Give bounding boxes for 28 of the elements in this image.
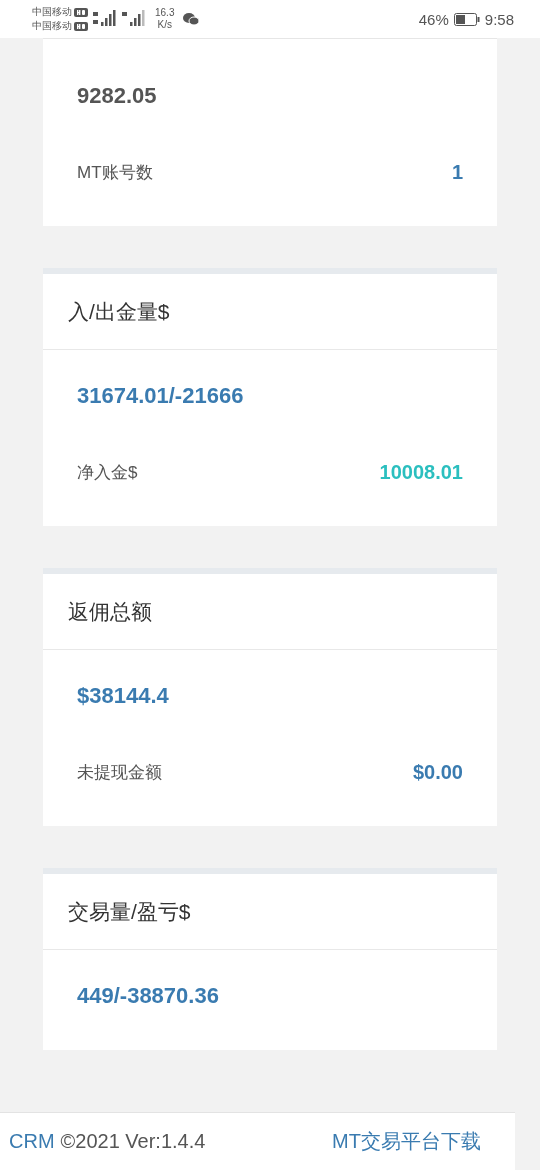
brand-name: CRM (9, 1130, 55, 1153)
clock: 9:58 (484, 10, 514, 28)
card-title: 交易量/盈亏$ (68, 898, 191, 925)
carrier-name: 中国移动 (32, 19, 72, 33)
stat-label: 未提现金额 (77, 761, 162, 784)
stat-label: 净入金$ (77, 461, 138, 484)
card-title: 返佣总额 (68, 598, 152, 625)
net-speed: 16.3 (155, 7, 175, 19)
stat-label: MT账号数 (77, 161, 153, 184)
net-speed-unit: K/s (157, 19, 172, 31)
stat-value: 31674.01/-21666 (77, 382, 245, 410)
battery-icon (453, 12, 480, 26)
carrier-name: 中国移动 (32, 5, 72, 19)
hd-icon (74, 7, 88, 17)
card-title: 入/出金量$ (68, 298, 170, 325)
download-link[interactable]: MT交易平台下载 (332, 1128, 481, 1155)
stat-value: 1 (451, 160, 463, 184)
version-text: ©2021 Ver:1.4.4 (60, 1130, 206, 1153)
signal-icon (122, 10, 146, 28)
signal-icon (93, 10, 117, 28)
battery-percent: 46% (418, 10, 449, 28)
chat-icon (183, 12, 200, 26)
stat-value: $0.00 (412, 760, 463, 784)
hd-icon (74, 21, 88, 31)
stat-value: $38144.4 (77, 682, 170, 710)
stat-value: 449/-38870.36 (77, 982, 220, 1010)
stat-value: 10008.01 (379, 460, 463, 484)
stat-value: 9282.05 (77, 82, 158, 110)
